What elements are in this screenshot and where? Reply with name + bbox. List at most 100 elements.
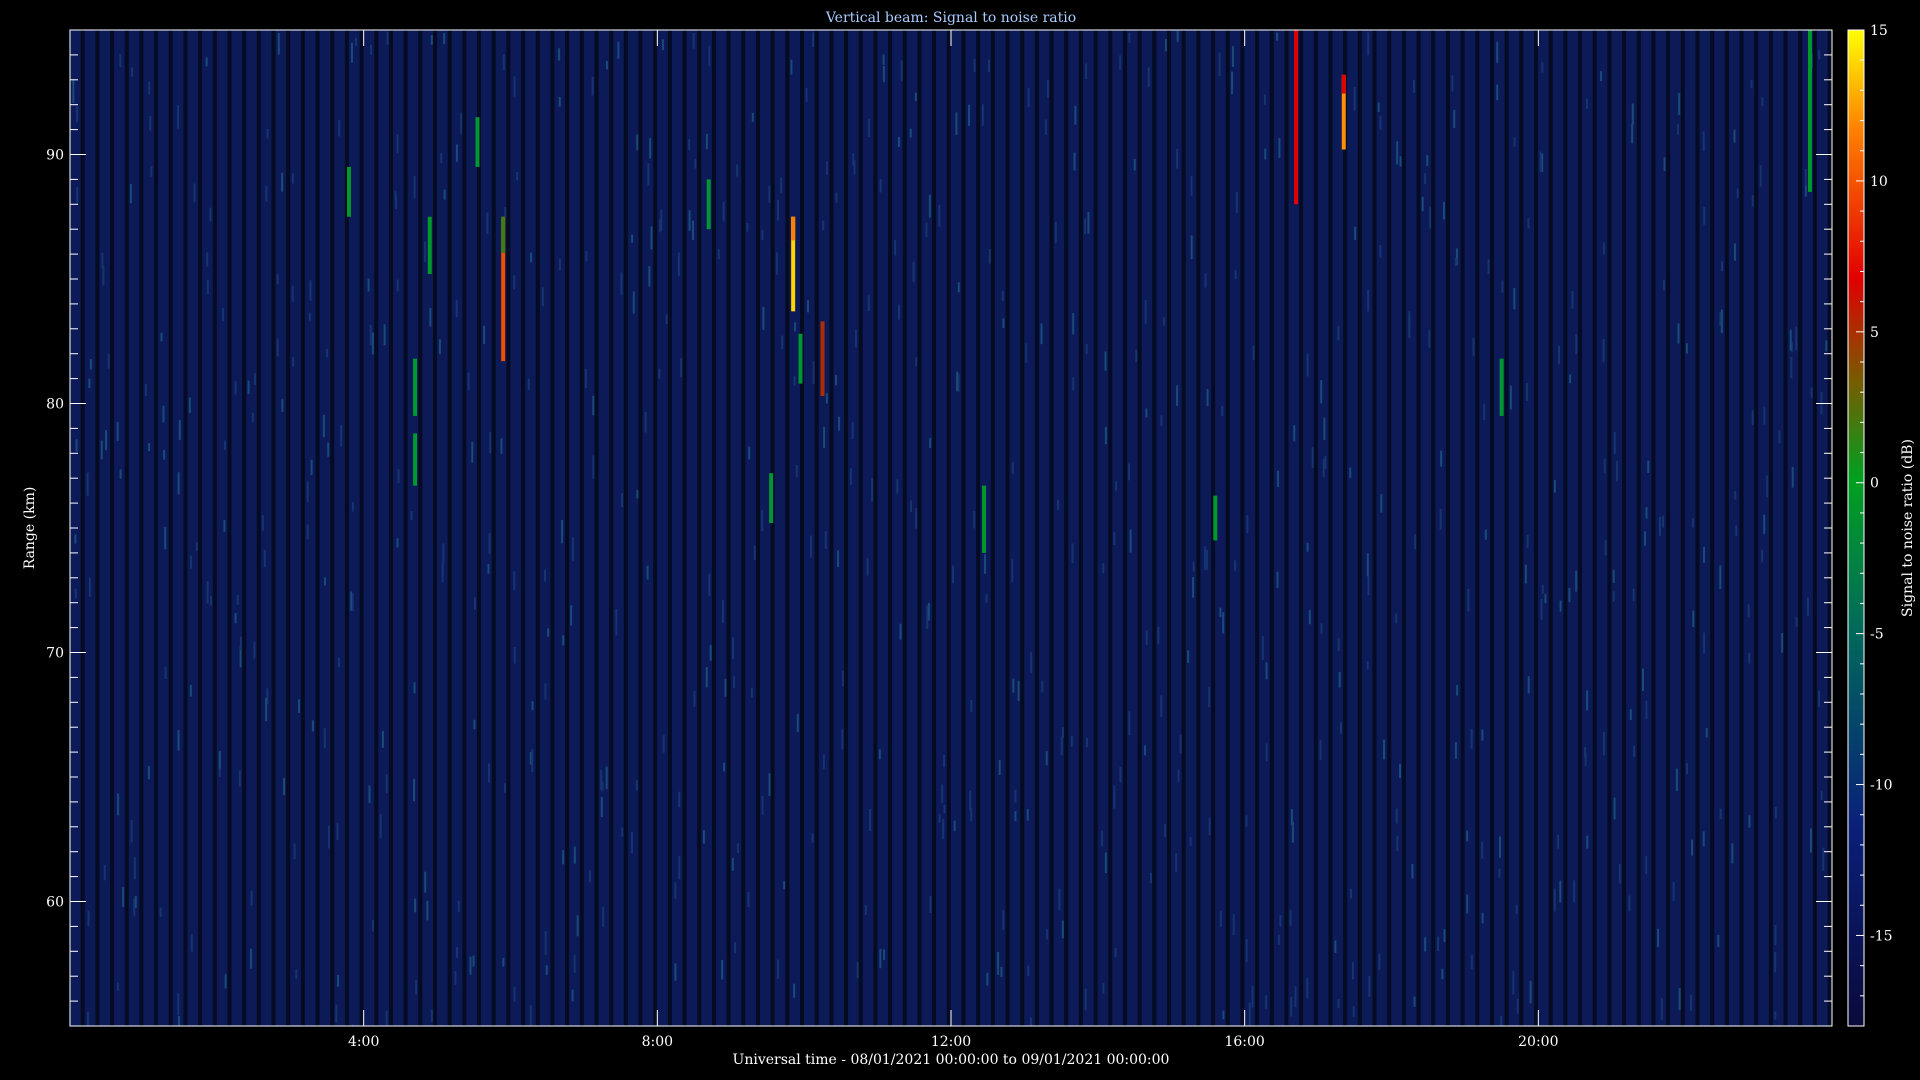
noise-speckle — [942, 818, 945, 840]
noise-column — [1538, 30, 1549, 1026]
noise-speckle — [691, 220, 694, 241]
noise-speckle — [762, 306, 765, 330]
noise-speckle — [415, 980, 418, 995]
noise-speckle — [253, 373, 256, 386]
noise-speckle — [1119, 55, 1122, 70]
noise-speckle — [1719, 808, 1722, 820]
noise-speckle — [1524, 564, 1527, 584]
noise-speckle — [938, 204, 941, 227]
noise-speckle — [1763, 514, 1766, 535]
noise-speckle — [1677, 323, 1680, 344]
noise-column — [1714, 30, 1725, 1026]
noise-column — [216, 30, 228, 1026]
noise-speckle — [1252, 345, 1255, 361]
echo-mark — [1499, 358, 1504, 416]
noise-speckle — [1466, 830, 1469, 842]
noise-speckle — [1603, 458, 1606, 474]
noise-speckle — [209, 207, 212, 222]
noise-speckle — [74, 588, 77, 599]
noise-speckle — [647, 163, 650, 186]
noise-speckle — [1399, 763, 1402, 779]
noise-speckle — [1072, 313, 1075, 335]
noise-speckle — [1558, 345, 1561, 364]
y-tick-label: 90 — [46, 148, 64, 164]
noise-speckle — [1160, 695, 1163, 717]
noise-speckle — [221, 307, 224, 322]
y-tick-label: 80 — [46, 397, 64, 413]
noise-speckle — [502, 957, 505, 967]
noise-speckle — [159, 907, 162, 917]
noise-speckle — [997, 951, 1000, 975]
noise-speckle — [1685, 343, 1688, 354]
noise-speckle — [810, 535, 813, 558]
noise-speckle — [1437, 936, 1440, 951]
noise-speckle — [291, 173, 294, 184]
noise-speckle — [1074, 105, 1077, 125]
noise-speckle — [1128, 32, 1131, 43]
noise-speckle — [1351, 961, 1354, 980]
noise-column — [921, 30, 933, 1026]
noise-speckle — [1481, 841, 1484, 859]
noise-speckle — [561, 519, 564, 544]
noise-speckle — [733, 676, 736, 689]
noise-speckle — [693, 690, 696, 707]
noise-speckle — [795, 464, 798, 478]
noise-speckle — [1026, 808, 1029, 821]
noise-speckle — [337, 974, 340, 987]
echo-mark — [706, 179, 711, 230]
noise-speckle — [1559, 880, 1562, 903]
noise-speckle — [1246, 515, 1249, 534]
noise-speckle — [426, 900, 429, 921]
echo-mark — [413, 358, 418, 416]
noise-speckle — [72, 79, 75, 103]
noise-speckle — [190, 934, 193, 952]
noise-speckle — [853, 160, 856, 175]
noise-speckle — [1276, 32, 1279, 41]
noise-speckle — [189, 684, 192, 697]
noise-speckle — [129, 183, 132, 204]
noise-column — [1626, 30, 1637, 1026]
noise-speckle — [189, 555, 192, 569]
noise-speckle — [488, 533, 491, 554]
noise-speckle — [943, 754, 946, 768]
noise-speckle — [117, 982, 120, 991]
noise-column — [84, 30, 96, 1026]
noise-speckle — [753, 545, 756, 560]
noise-speckle — [1367, 576, 1370, 596]
noise-speckle — [1408, 311, 1411, 330]
noise-speckle — [277, 32, 280, 55]
noise-column — [466, 30, 478, 1026]
noise-speckle — [1265, 743, 1268, 762]
echo-mark — [1213, 495, 1218, 541]
noise-speckle — [144, 384, 147, 396]
noise-speckle — [780, 177, 783, 194]
noise-speckle — [266, 129, 269, 139]
noise-column — [877, 30, 889, 1026]
noise-speckle — [1703, 207, 1706, 225]
noise-speckle — [927, 602, 930, 621]
noise-column — [1317, 30, 1329, 1026]
noise-speckle — [732, 637, 735, 660]
noise-speckle — [775, 252, 778, 275]
noise-speckle — [1017, 680, 1020, 701]
noise-speckle — [87, 910, 90, 927]
noise-speckle — [397, 469, 400, 484]
noise-speckle — [867, 295, 870, 312]
noise-speckle — [306, 481, 309, 502]
noise-speckle — [1439, 508, 1442, 530]
noise-speckle — [513, 646, 516, 664]
noise-speckle — [1838, 822, 1840, 843]
noise-speckle — [335, 1004, 338, 1023]
echo-mark — [1294, 30, 1299, 205]
noise-speckle — [1675, 768, 1678, 791]
noise-speckle — [75, 439, 78, 452]
noise-speckle — [1263, 94, 1266, 105]
noise-speckle — [1378, 953, 1381, 971]
noise-speckle — [531, 749, 534, 773]
noise-speckle — [239, 636, 242, 651]
noise-column — [1523, 30, 1534, 1026]
noise-column — [1303, 30, 1314, 1026]
noise-speckle — [835, 374, 838, 386]
noise-speckle — [116, 421, 119, 441]
noise-speckle — [326, 348, 329, 358]
